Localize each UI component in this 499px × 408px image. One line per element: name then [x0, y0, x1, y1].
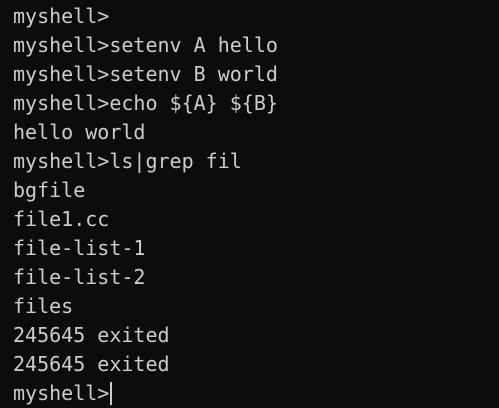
terminal-line: bgfile [13, 178, 86, 202]
terminal-line: 245645 exited [13, 323, 170, 347]
text-cursor [110, 382, 113, 405]
terminal-line: myshell>ls|grep fil [13, 149, 242, 173]
terminal-line: file1.cc [13, 207, 110, 231]
terminal-line: 245645 exited [13, 352, 170, 376]
terminal-line: file-list-1 [13, 236, 146, 260]
terminal-input-line[interactable]: myshell> [13, 379, 499, 408]
terminal-line: myshell>setenv A hello [13, 33, 278, 57]
terminal-window[interactable]: myshell> myshell>setenv A hello myshell>… [0, 0, 499, 408]
terminal-line: file-list-2 [13, 265, 146, 289]
terminal-line: hello world [13, 120, 146, 144]
terminal-output: myshell> myshell>setenv A hello myshell>… [13, 2, 499, 408]
terminal-line: myshell>setenv B world [13, 62, 278, 86]
shell-prompt: myshell> [13, 381, 110, 405]
terminal-line: files [13, 294, 74, 318]
terminal-line: myshell> [13, 4, 110, 28]
terminal-line: myshell>echo ${A} ${B} [13, 91, 278, 115]
